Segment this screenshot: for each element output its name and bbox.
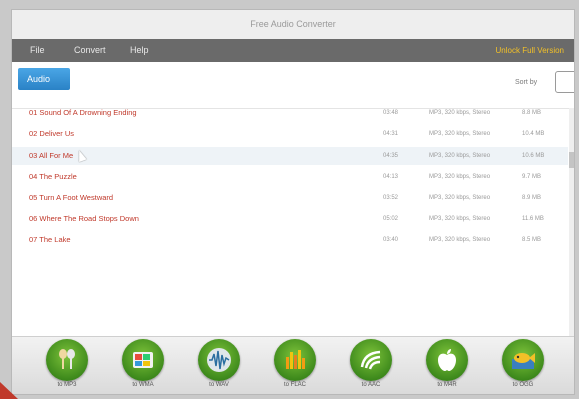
title-bar: Free Audio Converter	[12, 10, 574, 40]
list-item[interactable]: 05 Turn A Foot Westward 03:52 MP3, 320 k…	[12, 189, 568, 207]
convert-to-m4r-button[interactable]: to M4R	[422, 339, 472, 394]
file-format: MP3, 320 kbps, Stereo	[429, 195, 491, 201]
menu-bar: File Convert Help Unlock Full Version	[12, 39, 574, 62]
scrollbar[interactable]	[569, 108, 574, 338]
app-window: Free Audio Converter File Convert Help U…	[11, 9, 575, 395]
file-format: MP3, 320 kbps, Stereo	[429, 110, 491, 116]
file-duration: 04:35	[383, 153, 399, 159]
file-size: 10.6 MB	[522, 153, 545, 159]
sort-label: Sort by	[515, 79, 538, 86]
file-name: 07 The Lake	[29, 235, 71, 244]
list-item[interactable]: 06 Where The Road Stops Down 05:02 MP3, …	[12, 210, 568, 228]
aac-icon	[350, 339, 392, 381]
decorative-corner	[0, 382, 18, 399]
list-item[interactable]: 03 All For Me 04:35 MP3, 320 kbps, Stere…	[12, 147, 568, 165]
file-duration: 05:02	[383, 216, 399, 222]
file-name: 03 All For Me	[29, 151, 74, 160]
windows-media-icon	[122, 339, 164, 381]
add-audio-label: Audio	[27, 74, 51, 84]
file-size: 8.9 MB	[522, 195, 542, 201]
convert-label: to WAV	[209, 382, 229, 388]
file-size: 8.5 MB	[522, 237, 542, 243]
convert-to-ogg-button[interactable]: to OGG	[498, 339, 548, 394]
microphone-icon	[46, 339, 88, 381]
add-audio-button[interactable]: Audio	[18, 68, 70, 90]
file-format: MP3, 320 kbps, Stereo	[429, 153, 491, 159]
convert-label: to MP3	[57, 382, 77, 388]
convert-to-wma-button[interactable]: to WMA	[118, 339, 168, 394]
file-format: MP3, 320 kbps, Stereo	[429, 131, 491, 137]
file-format: MP3, 320 kbps, Stereo	[429, 237, 491, 243]
convert-to-mp3-button[interactable]: to MP3	[42, 339, 92, 394]
file-size: 10.4 MB	[522, 131, 545, 137]
sort-dropdown[interactable]	[555, 71, 574, 93]
file-duration: 04:13	[383, 174, 399, 180]
convert-to-wav-button[interactable]: to WAV	[194, 339, 244, 394]
file-name: 05 Turn A Foot Westward	[29, 193, 114, 202]
file-name: 04 The Puzzle	[29, 172, 77, 181]
file-size: 11.6 MB	[522, 216, 544, 222]
menu-help[interactable]: Help	[130, 39, 149, 62]
file-duration: 03:52	[383, 195, 399, 201]
convert-to-flac-button[interactable]: to FLAC	[270, 339, 320, 394]
convert-label: to FLAC	[283, 382, 306, 388]
list-item[interactable]: 04 The Puzzle 04:13 MP3, 320 kbps, Stere…	[12, 168, 568, 186]
window-title: Free Audio Converter	[250, 19, 336, 29]
unlock-link[interactable]: Unlock Full Version	[496, 39, 564, 62]
list-item[interactable]: 02 Deliver Us 04:31 MP3, 320 kbps, Stere…	[12, 125, 568, 143]
file-name: 01 Sound Of A Drowning Ending	[29, 108, 137, 117]
ogg-fish-icon	[502, 339, 544, 381]
file-duration: 03:40	[383, 237, 399, 243]
convert-label: to AAC	[361, 382, 381, 388]
menu-convert[interactable]: Convert	[74, 39, 106, 62]
waveform-icon	[198, 339, 240, 381]
list-item[interactable]: 01 Sound Of A Drowning Ending 03:48 MP3,…	[12, 104, 568, 122]
file-name: 06 Where The Road Stops Down	[29, 214, 139, 223]
file-format: MP3, 320 kbps, Stereo	[429, 174, 491, 180]
file-duration: 04:31	[383, 131, 399, 137]
equalizer-icon	[274, 339, 316, 381]
converter-bar: to MP3 to WMA to WAV to FLAC to AAC to M…	[12, 336, 574, 394]
file-size: 9.7 MB	[522, 174, 542, 180]
convert-label: to WMA	[132, 382, 154, 388]
toolbar: Audio Sort by	[12, 62, 574, 109]
scroll-thumb[interactable]	[569, 152, 574, 168]
file-size: 8.8 MB	[522, 110, 542, 116]
convert-label: to M4R	[437, 382, 457, 388]
convert-label: to OGG	[512, 382, 534, 388]
list-item[interactable]: 07 The Lake 03:40 MP3, 320 kbps, Stereo …	[12, 231, 568, 249]
apple-icon	[426, 339, 468, 381]
file-duration: 03:48	[383, 110, 399, 116]
file-name: 02 Deliver Us	[29, 129, 75, 138]
menu-file[interactable]: File	[30, 39, 45, 62]
file-format: MP3, 320 kbps, Stereo	[429, 216, 491, 222]
convert-to-aac-button[interactable]: to AAC	[346, 339, 396, 394]
